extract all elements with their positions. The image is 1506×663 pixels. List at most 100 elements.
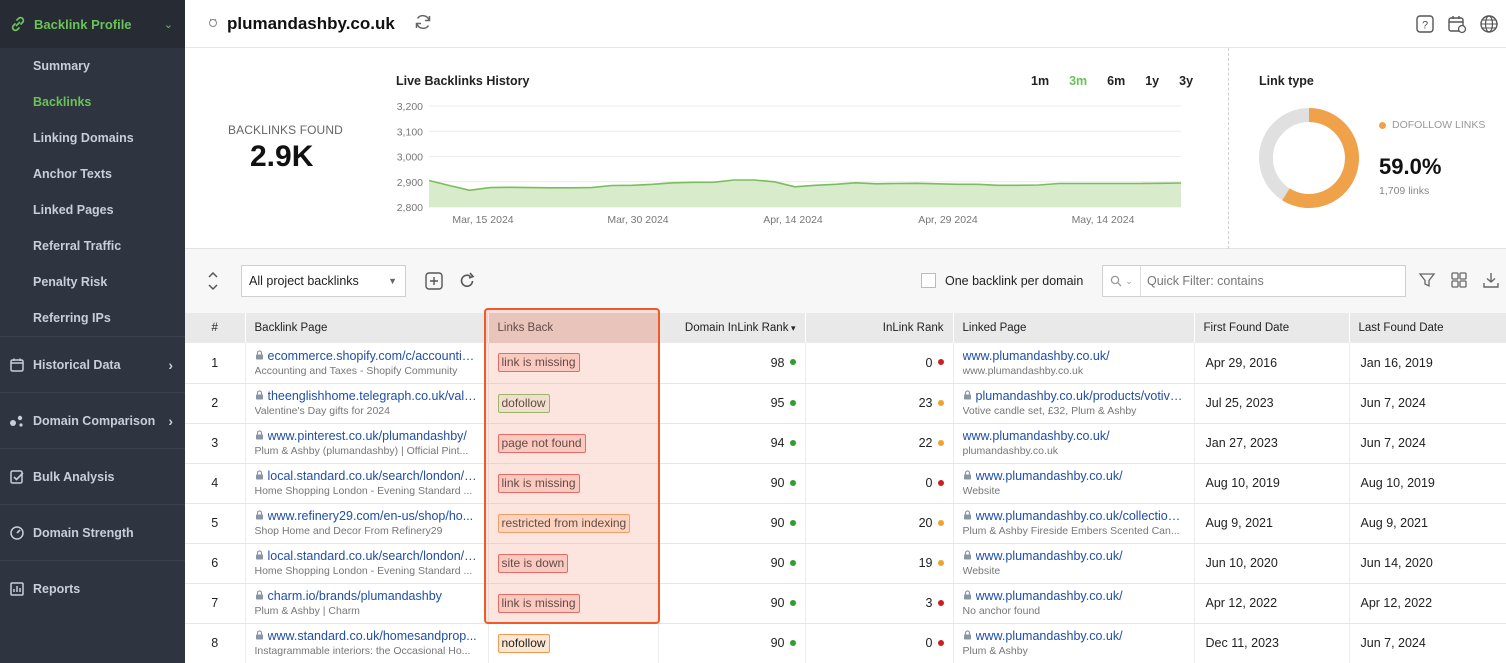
column-header-domain-inlink-rank[interactable]: Domain InLink Rank ▾	[658, 313, 806, 343]
link-type-donut	[1259, 108, 1359, 208]
backlink-page-link[interactable]: ecommerce.shopify.com/c/accountin...	[255, 349, 479, 363]
columns-icon[interactable]	[1450, 271, 1468, 292]
donut-dofollow-slice	[1282, 108, 1359, 208]
domain-inlink-rank-cell: 90	[658, 583, 806, 624]
sidebar-item-backlinks[interactable]: Backlinks	[0, 84, 185, 120]
chevron-right-icon: ›	[168, 412, 173, 429]
linked-page-url: www.plumandashby.co.uk/collection...	[975, 509, 1185, 523]
sidebar-item-anchor-texts[interactable]: Anchor Texts	[0, 156, 185, 192]
rank-dot-icon	[789, 359, 796, 366]
links-back-status-badge: link is missing	[497, 353, 580, 373]
backlink-page-link[interactable]: www.refinery29.com/en-us/shop/ho...	[255, 509, 479, 523]
sidebar-section-reports[interactable]: Reports	[0, 560, 185, 616]
linked-page-link[interactable]: www.plumandashby.co.uk/	[963, 549, 1185, 563]
table-row: 3 www.pinterest.co.uk/plumandashby/Plum &…	[185, 423, 1506, 464]
one-per-domain-checkbox[interactable]	[921, 273, 936, 288]
backlink-page-link[interactable]: www.standard.co.uk/homesandprop...	[255, 629, 479, 643]
backlink-url: www.pinterest.co.uk/plumandashby/	[267, 429, 467, 443]
column-header-last-found-date[interactable]: Last Found Date	[1349, 313, 1506, 343]
refresh-icon[interactable]	[413, 12, 433, 35]
linked-page-link[interactable]: plumandashby.co.uk/products/votive-...	[963, 389, 1185, 403]
rank-dot-icon	[937, 559, 944, 566]
topbar: plumandashby.co.uk ?	[185, 0, 1506, 48]
backlink-page-link[interactable]: local.standard.co.uk/search/london/h...	[255, 549, 479, 563]
backlink-page-cell: www.refinery29.com/en-us/shop/ho... Shop …	[245, 503, 489, 544]
rank-dot-icon	[937, 519, 944, 526]
column-header-first-found-date[interactable]: First Found Date	[1194, 313, 1350, 343]
linked-page-link[interactable]: www.plumandashby.co.uk/	[963, 589, 1185, 603]
panel-divider	[1228, 48, 1229, 249]
help-icon[interactable]: ?	[1414, 13, 1436, 35]
linked-page-url: www.plumandashby.co.uk/	[962, 429, 1110, 443]
schedule-icon[interactable]	[1446, 13, 1468, 35]
backlink-page-link[interactable]: local.standard.co.uk/search/london/h...	[255, 469, 479, 483]
column-header-links-back[interactable]: Links Back	[488, 313, 659, 343]
favicon-icon	[207, 16, 219, 31]
expand-collapse-icon[interactable]	[207, 269, 219, 296]
sidebar-item-penalty-risk[interactable]: Penalty Risk	[0, 264, 185, 300]
add-icon[interactable]	[424, 271, 444, 294]
linked-page-url: www.plumandashby.co.uk/	[962, 348, 1110, 363]
globe-icon[interactable]	[1478, 13, 1500, 35]
backlink-title: Valentine's Day gifts for 2024	[254, 405, 390, 417]
filter-icon[interactable]	[1418, 271, 1436, 292]
inlink-rank-cell: 0	[805, 463, 954, 504]
sidebar-item-linked-pages[interactable]: Linked Pages	[0, 192, 185, 228]
links-back-status-badge: dofollow	[497, 393, 550, 413]
range-3y[interactable]: 3y	[1179, 74, 1193, 88]
range-6m[interactable]: 6m	[1107, 74, 1125, 88]
table-row: 2 theenglishhome.telegraph.co.uk/vale... V…	[185, 383, 1506, 424]
backlink-page-link[interactable]: theenglishhome.telegraph.co.uk/vale...	[255, 389, 479, 403]
sidebar-item-referring-ips[interactable]: Referring IPs	[0, 300, 185, 336]
range-1m[interactable]: 1m	[1031, 74, 1049, 88]
reload-icon[interactable]	[457, 271, 477, 294]
linked-page-link[interactable]: www.plumandashby.co.uk/	[963, 469, 1185, 483]
x-tick-label: May, 14 2024	[1072, 214, 1135, 226]
domain-inlink-rank: 98	[770, 355, 785, 370]
row-index: 4	[185, 463, 246, 504]
linked-page-anchor: www.plumandashby.co.uk	[962, 364, 1084, 377]
sidebar-section-historical-data[interactable]: Historical Data ›	[0, 336, 185, 392]
search-icon[interactable]: ⌄	[1103, 266, 1141, 296]
column-header-backlink-page[interactable]: Backlink Page	[245, 313, 489, 343]
domain-inlink-rank-cell: 95	[658, 383, 806, 424]
linked-page-anchor: Plum & Ashby Fireside Embers Scented Can…	[962, 525, 1180, 537]
y-tick-label: 2,900	[397, 177, 423, 189]
domain-inlink-rank: 90	[770, 636, 785, 650]
backlink-url: local.standard.co.uk/search/london/h...	[267, 469, 479, 483]
linked-page-link[interactable]: www.plumandashby.co.uk/	[963, 349, 1185, 363]
y-tick-label: 3,100	[397, 126, 423, 138]
export-icon[interactable]	[1482, 271, 1500, 292]
backlink-page-link[interactable]: www.pinterest.co.uk/plumandashby/	[255, 429, 479, 443]
linked-page-url: www.plumandashby.co.uk/	[975, 469, 1123, 483]
sidebar-item-summary[interactable]: Summary	[0, 48, 185, 84]
sidebar-header-backlink-profile[interactable]: Backlink Profile ⌄	[0, 0, 185, 48]
sidebar-section-bulk-analysis[interactable]: Bulk Analysis	[0, 448, 185, 504]
first-found-date: Jun 10, 2020	[1194, 543, 1350, 584]
backlink-page-link[interactable]: charm.io/brands/plumandashby	[255, 589, 479, 603]
sidebar-item-linking-domains[interactable]: Linking Domains	[0, 120, 185, 156]
domain-inlink-rank-cell: 90	[658, 623, 806, 663]
y-tick-label: 2,800	[397, 202, 423, 214]
backlink-title: Accounting and Taxes - Shopify Community	[254, 364, 458, 377]
linked-page-link[interactable]: www.plumandashby.co.uk/	[963, 429, 1185, 443]
inlink-rank-cell: 22	[805, 423, 954, 464]
backlink-title: Plum & Ashby (plumandashby) | Official P…	[254, 445, 469, 457]
first-found-date: Aug 9, 2021	[1194, 503, 1350, 544]
column-header-inlink-rank[interactable]: InLink Rank	[805, 313, 954, 343]
range-3m[interactable]: 3m	[1069, 74, 1087, 88]
linked-page-link[interactable]: www.plumandashby.co.uk/	[963, 629, 1185, 643]
sidebar-section-domain-strength[interactable]: Domain Strength	[0, 504, 185, 560]
range-1y[interactable]: 1y	[1145, 74, 1159, 88]
column-header-index[interactable]: #	[185, 313, 246, 343]
x-tick-label: Apr, 29 2024	[918, 214, 978, 226]
sidebar-section-domain-comparison[interactable]: Domain Comparison ›	[0, 392, 185, 448]
row-index: 3	[185, 423, 246, 464]
backlinks-filter-select[interactable]: All project backlinks ▼	[241, 265, 406, 297]
sidebar-item-referral-traffic[interactable]: Referral Traffic	[0, 228, 185, 264]
linked-page-cell: www.plumandashby.co.uk/collection... Plum…	[953, 503, 1195, 544]
linked-page-link[interactable]: www.plumandashby.co.uk/collection...	[963, 509, 1185, 523]
row-index: 5	[185, 503, 246, 544]
quick-filter-input[interactable]	[1141, 267, 1391, 295]
column-header-linked-page[interactable]: Linked Page	[953, 313, 1195, 343]
